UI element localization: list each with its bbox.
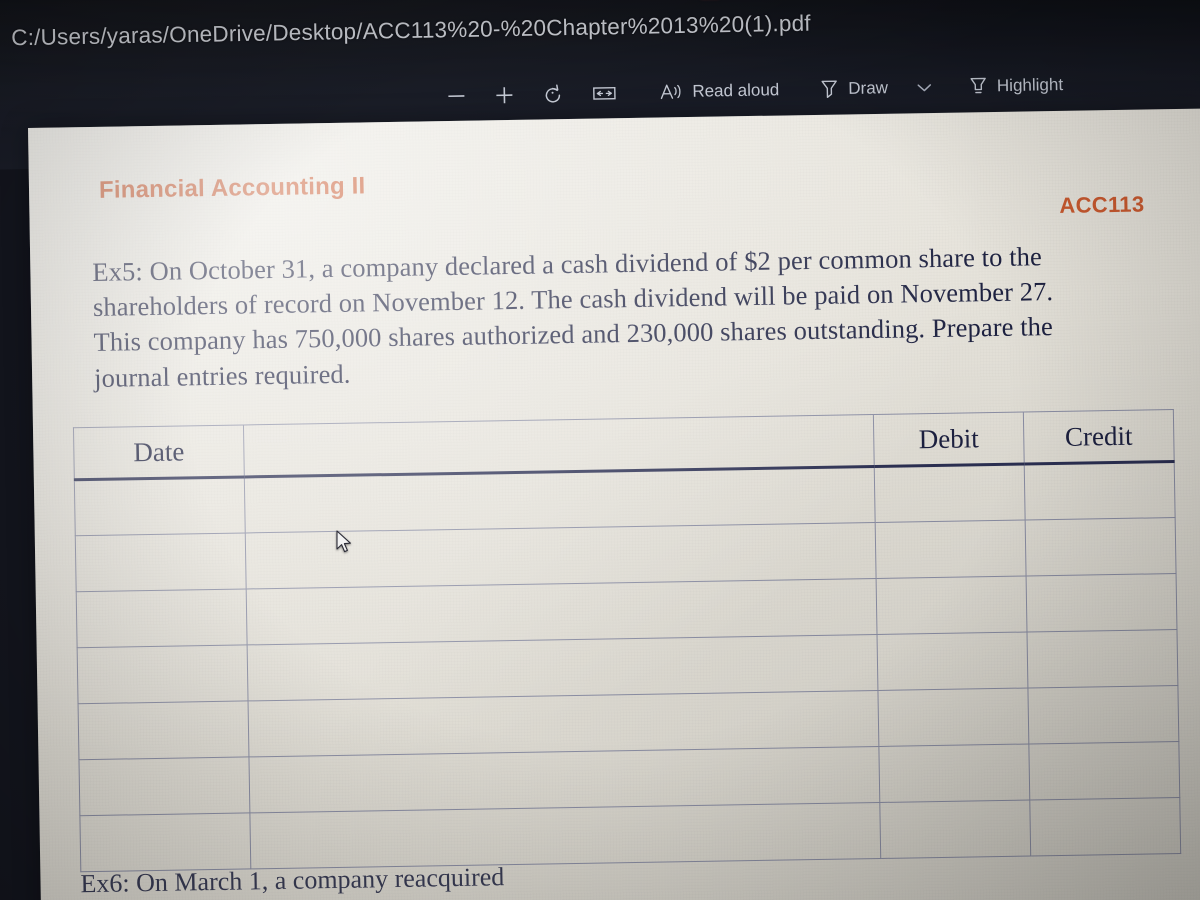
cell-credit: [1027, 685, 1179, 744]
cell-debit: [876, 576, 1027, 635]
cell-debit: [878, 743, 1030, 803]
cell-description: [248, 746, 880, 813]
cell-description: [244, 466, 876, 533]
cell-description: [248, 690, 879, 757]
cell-credit: [1024, 461, 1176, 521]
cell-description: [249, 802, 881, 869]
cell-credit: [1026, 629, 1178, 688]
cell-credit: [1026, 573, 1177, 633]
table-header-credit: Credit: [1023, 409, 1175, 465]
cell-date: [74, 476, 246, 536]
cell-description: [245, 522, 877, 589]
cell-debit: [877, 632, 1028, 691]
cell-description: [247, 634, 878, 701]
document-page: Financial Accounting II ACC113 Ex5: On O…: [28, 108, 1200, 900]
cell-date: [76, 588, 248, 648]
exercise-text: Ex5: On October 31, a company declared a…: [92, 241, 1054, 393]
journal-entry-table: Date Debit Credit: [73, 409, 1181, 872]
next-exercise-text: Ex6: On March 1, a company reacquired: [80, 862, 505, 899]
cell-date: [79, 812, 251, 872]
document-course-code: ACC113: [1059, 191, 1145, 218]
cell-date: [75, 532, 247, 592]
cell-credit: [1029, 797, 1181, 856]
cell-date: [78, 700, 249, 760]
cell-debit: [879, 799, 1031, 859]
cell-debit: [874, 464, 1026, 523]
cell-debit: [877, 687, 1029, 747]
cell-credit: [1025, 517, 1177, 577]
screen: Chapter 13 (1).pdf × ACC113 - Chapter 13…: [0, 0, 1200, 900]
pdf-page-area: Financial Accounting II ACC113 Ex5: On O…: [0, 0, 1200, 900]
cell-debit: [875, 520, 1027, 579]
cell-credit: [1028, 741, 1180, 800]
table-header-date: Date: [73, 424, 245, 480]
table-body: [74, 461, 1181, 872]
cell-date: [77, 644, 249, 704]
document-course-title: Financial Accounting II: [98, 172, 366, 204]
cell-description: [246, 578, 878, 645]
table-header-debit: Debit: [873, 412, 1025, 467]
cell-date: [78, 756, 250, 816]
